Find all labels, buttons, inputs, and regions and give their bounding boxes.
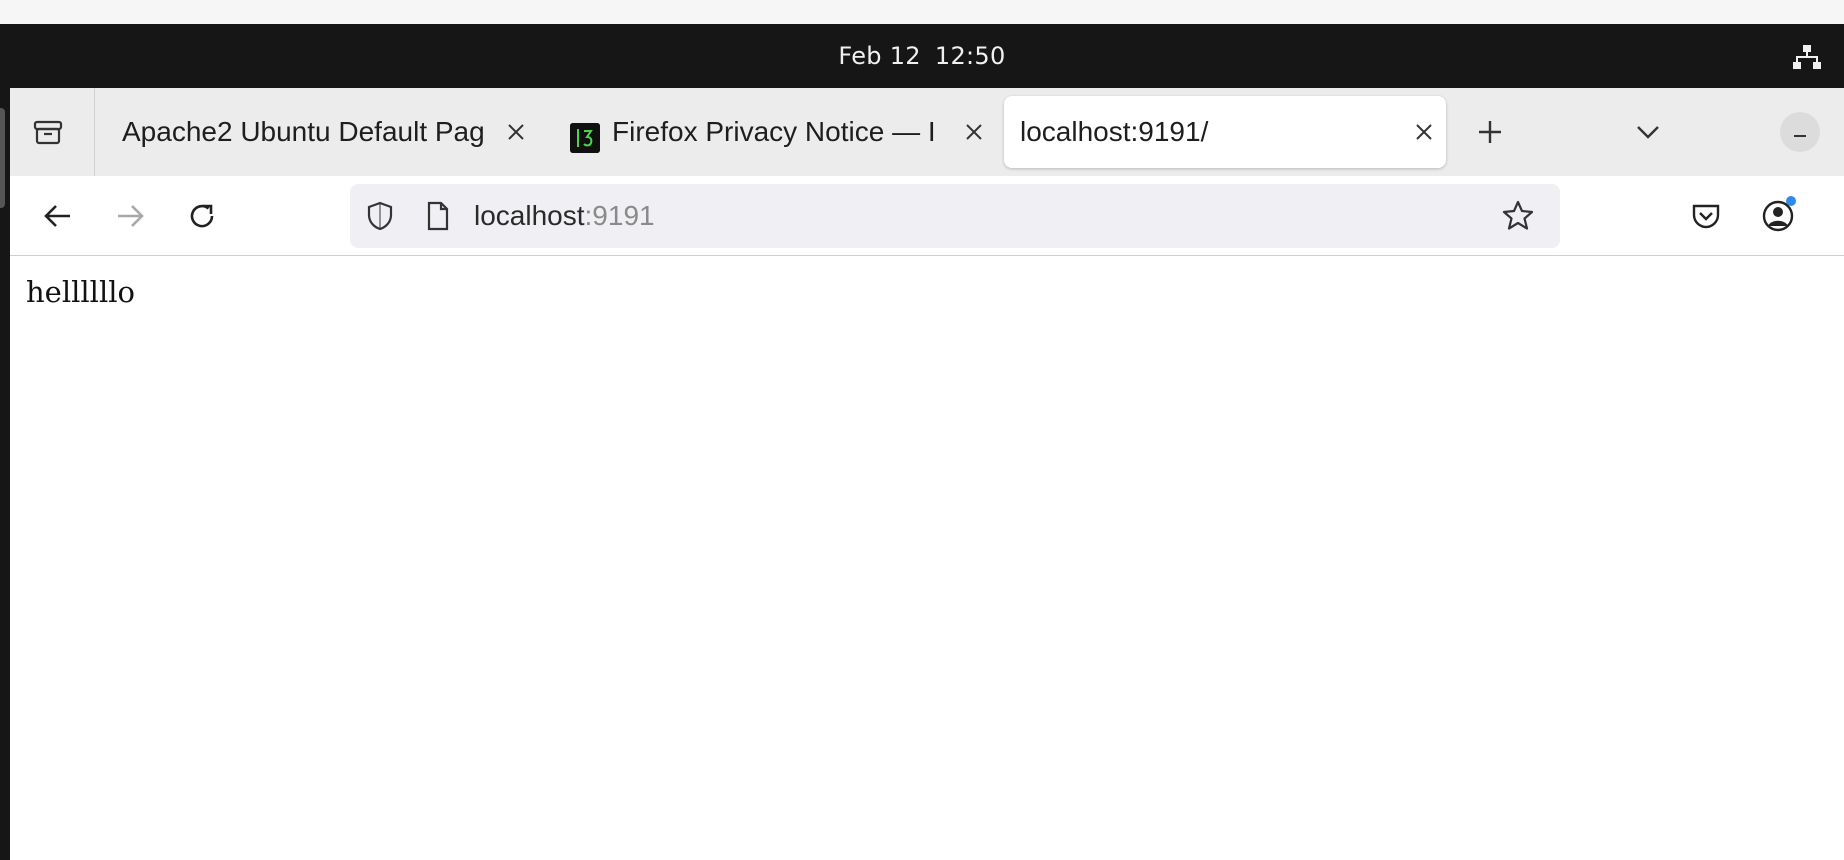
tab-close-button[interactable] [962,120,986,144]
page-body-text: hellllllo [26,275,135,309]
network-wired-icon[interactable] [1792,42,1822,72]
clock-date: Feb 12 [838,42,921,70]
minimize-window-button[interactable] [1780,112,1820,152]
clock-time: 12:50 [934,42,1006,70]
bookmark-star-icon[interactable] [1500,198,1536,234]
extensions-button[interactable] [1830,194,1844,238]
reload-icon [190,204,214,228]
url-bar[interactable]: localhost:9191 [350,184,1560,248]
page-content: hellllllo [10,257,1844,860]
arrow-left-icon [44,205,70,227]
pocket-icon [1692,204,1720,229]
dock-indicator [0,108,5,208]
tab-title: Apache2 Ubuntu Default Pag [122,116,485,147]
chevron-down-icon [1637,126,1659,139]
forward-button[interactable] [110,196,150,236]
account-button[interactable] [1758,194,1798,238]
notification-dot [1786,196,1796,206]
url-text[interactable]: localhost:9191 [474,184,655,248]
minimize-icon [1794,135,1806,137]
url-host: localhost [474,200,585,231]
close-icon [508,124,524,140]
tab-apache2-default[interactable]: Apache2 Ubuntu Default Pag [100,96,540,168]
clock[interactable]: Feb 12 12:50 [0,24,1844,88]
firefox-view-icon [33,120,63,145]
page-icon[interactable] [422,200,454,232]
tab-title: Firefox Privacy Notice — I [612,116,936,147]
tab-localhost-9191[interactable]: localhost:9191/ [1004,96,1446,168]
new-tab-button[interactable] [1472,114,1508,150]
url-port: :9191 [584,200,655,231]
plus-icon [1479,121,1501,143]
tab-close-button[interactable] [504,120,528,144]
shield-icon[interactable] [364,200,396,232]
close-icon [1416,124,1432,140]
back-button[interactable] [38,196,78,236]
left-dock-edge [0,88,10,860]
close-icon [966,124,982,140]
terminal-icon [570,123,600,153]
list-all-tabs-button[interactable] [1630,114,1666,150]
reload-button[interactable] [182,196,222,236]
tab-separator [94,88,95,176]
tab-bar: Apache2 Ubuntu Default Pag Firefox Priva… [10,88,1844,176]
firefox-view-button[interactable] [28,112,68,152]
tab-firefox-privacy-notice[interactable]: Firefox Privacy Notice — I [570,96,1000,168]
top-strip [0,0,1844,24]
pocket-button[interactable] [1686,194,1726,238]
system-top-bar: Feb 12 12:50 [0,24,1844,88]
arrow-right-icon [118,205,144,227]
tab-title: localhost:9191/ [1020,116,1209,147]
navigation-toolbar: localhost:9191 [10,176,1844,256]
browser-window: Apache2 Ubuntu Default Pag Firefox Priva… [10,88,1844,860]
tab-close-button[interactable] [1412,120,1436,144]
